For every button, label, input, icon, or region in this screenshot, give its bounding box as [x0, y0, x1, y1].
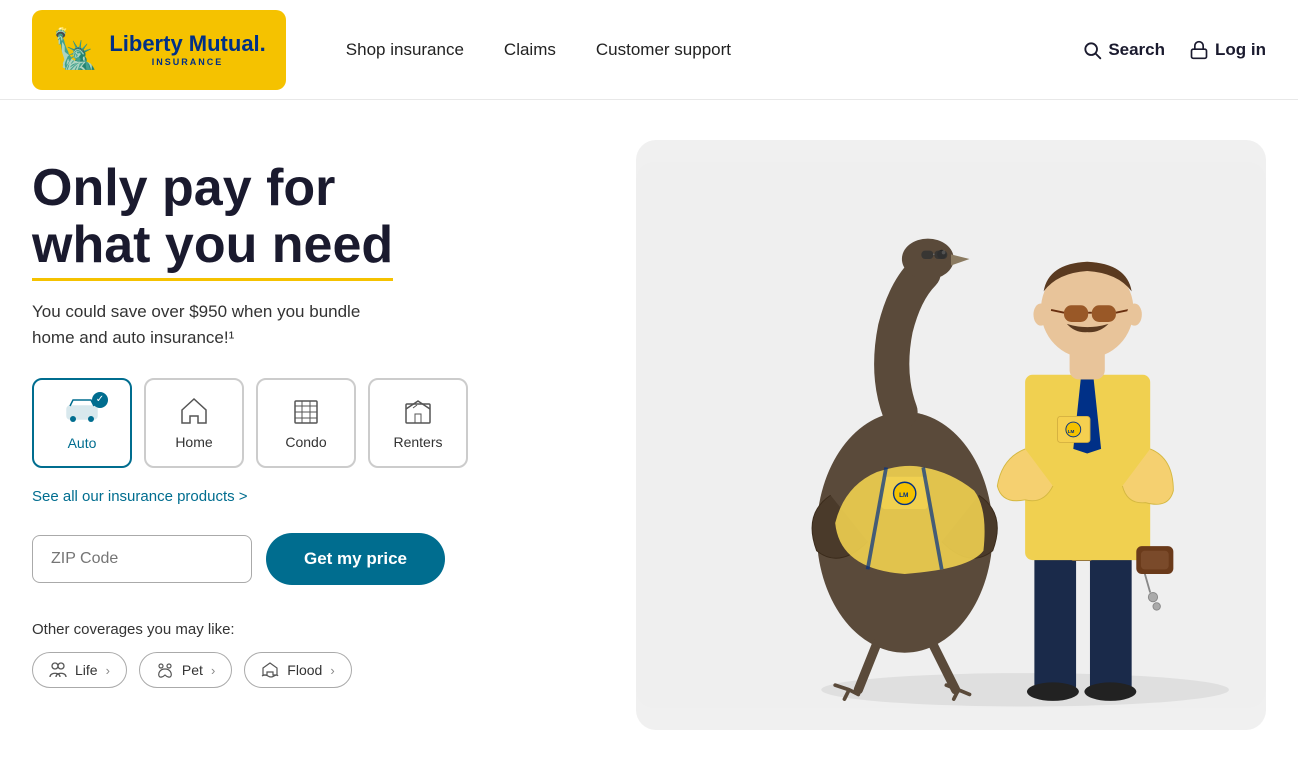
tab-condo[interactable]: Condo	[256, 378, 356, 468]
other-coverages-label: Other coverages you may like:	[32, 621, 612, 638]
hero-title-line1: Only pay for	[32, 159, 335, 217]
hero-title: Only pay for what you need	[32, 160, 612, 281]
tab-home-label: Home	[175, 434, 212, 450]
tab-renters-label: Renters	[393, 434, 442, 450]
auto-check-badge: ✓	[92, 392, 108, 408]
login-label: Log in	[1215, 40, 1266, 60]
logo-sub-text: INSURANCE	[109, 57, 265, 67]
pet-arrow-icon: ›	[211, 663, 215, 678]
nav-shop-insurance[interactable]: Shop insurance	[346, 40, 464, 60]
navbar: 🗽 Liberty Mutual. INSURANCE Shop insuran…	[0, 0, 1298, 100]
tab-home[interactable]: Home	[144, 378, 244, 468]
logo[interactable]: 🗽 Liberty Mutual. INSURANCE	[32, 10, 286, 90]
home-icon	[178, 396, 210, 426]
nav-links: Shop insurance Claims Customer support	[346, 40, 1083, 60]
flood-icon	[261, 662, 279, 678]
nav-claims[interactable]: Claims	[504, 40, 556, 60]
logo-icon: 🗽	[52, 28, 99, 72]
nav-actions: Search Log in	[1082, 40, 1266, 60]
svg-text:LM: LM	[1068, 429, 1075, 434]
insurance-tabs: ✓ Auto Home	[32, 378, 612, 468]
see-all-products-link[interactable]: See all our insurance products >	[32, 488, 248, 505]
search-button[interactable]: Search	[1082, 40, 1165, 60]
pill-life[interactable]: Life ›	[32, 652, 127, 688]
nav-customer-support[interactable]: Customer support	[596, 40, 731, 60]
hero-illustration: LM LM	[636, 140, 1266, 730]
hero-image-panel: LM LM	[636, 140, 1266, 730]
hero-title-line2: what you need	[32, 217, 393, 281]
life-arrow-icon: ›	[106, 663, 110, 678]
pill-life-label: Life	[75, 662, 98, 678]
tab-auto[interactable]: ✓ Auto	[32, 378, 132, 468]
login-button[interactable]: Log in	[1189, 40, 1266, 60]
flood-arrow-icon: ›	[330, 663, 334, 678]
renters-icon	[403, 396, 433, 426]
pill-flood[interactable]: Flood ›	[244, 652, 351, 688]
hero-subtitle: You could save over $950 when you bundle…	[32, 299, 612, 350]
pill-flood-label: Flood	[287, 662, 322, 678]
hero-left: Only pay for what you need You could sav…	[32, 140, 612, 688]
coverage-pills: Life › Pet › Flood ›	[32, 652, 612, 688]
tab-condo-label: Condo	[285, 434, 326, 450]
life-icon	[49, 662, 67, 678]
get-price-button[interactable]: Get my price	[266, 533, 445, 585]
tab-auto-label: Auto	[68, 435, 97, 451]
search-icon	[1082, 40, 1102, 60]
hero-section: Only pay for what you need You could sav…	[0, 100, 1298, 760]
pill-pet-label: Pet	[182, 662, 203, 678]
logo-main-text: Liberty Mutual.	[109, 32, 265, 56]
logo-text: Liberty Mutual. INSURANCE	[109, 32, 265, 66]
zip-row: Get my price	[32, 533, 612, 585]
zip-code-input[interactable]	[32, 535, 252, 583]
condo-icon	[291, 396, 321, 426]
pill-pet[interactable]: Pet ›	[139, 652, 232, 688]
lock-icon	[1189, 40, 1209, 60]
search-label: Search	[1108, 40, 1165, 60]
pet-icon	[156, 662, 174, 678]
svg-text:LM: LM	[899, 492, 908, 499]
tab-renters[interactable]: Renters	[368, 378, 468, 468]
